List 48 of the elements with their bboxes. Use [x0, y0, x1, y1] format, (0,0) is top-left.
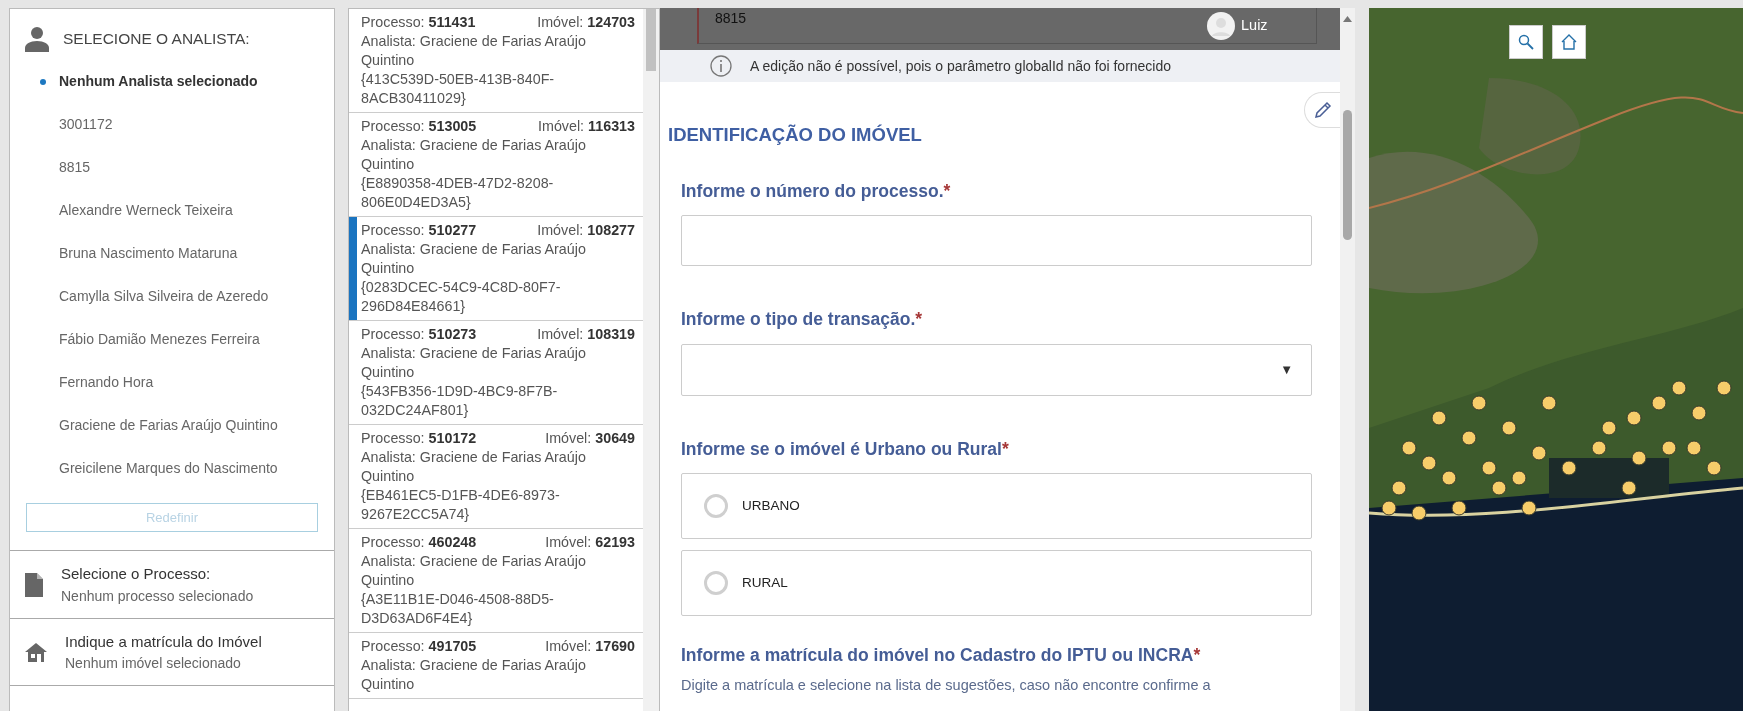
radio-button[interactable] — [704, 493, 728, 518]
analyst-option[interactable]: 3001172 — [10, 103, 334, 146]
scrollbar-thumb[interactable] — [1343, 110, 1352, 240]
house-icon — [25, 643, 47, 663]
analyst-option[interactable]: Fábio Damião Menezes Ferreira — [10, 318, 334, 361]
notice-text: A edição não é possível, pois o parâmetro globalId não foi fornecido — [750, 56, 1172, 76]
home-icon — [1561, 34, 1577, 50]
analyst-option[interactable]: Alexandre Werneck Teixeira — [10, 189, 334, 232]
question-label: Informe o número do processo.* — [681, 180, 952, 203]
section-title: IDENTIFICAÇÃO DO IMÓVEL — [668, 124, 922, 147]
scrollbar[interactable] — [1340, 8, 1355, 711]
search-icon — [1518, 34, 1534, 50]
panel-title: SELECIONE O ANALISTA: — [63, 29, 250, 50]
analyst-option[interactable]: Bruna Nascimento Mataruna — [10, 232, 334, 275]
question-label: Informe se o imóvel é Urbano ou Rural* — [681, 437, 1010, 461]
radio-option[interactable]: URBANO — [681, 472, 1312, 539]
info-icon — [710, 55, 732, 77]
analyst-option[interactable]: 8815 — [10, 146, 334, 189]
step-title: Selecione o Processo: — [61, 564, 212, 584]
radio-button[interactable] — [704, 570, 728, 595]
pencil-icon — [1313, 101, 1332, 119]
step-title: Indique a matrícula do Imóvel — [65, 631, 262, 652]
analyst-option[interactable]: Greicilene Marques do Nascimento — [10, 447, 334, 490]
process-item[interactable]: Processo: 510277 Imóvel: 108277 Analista: Graciene de Farias Araújo Quintino {0283DCEC-54C9-4C8D-80F7-296D84E84661} — [349, 217, 643, 321]
document-icon — [25, 573, 43, 598]
step-subtitle: Nenhum imóvel selecionado — [65, 654, 242, 673]
analyst-option[interactable]: Nenhum Analista selecionado — [10, 60, 334, 103]
select-field[interactable]: ▼ — [681, 343, 1312, 396]
person-icon — [25, 26, 49, 52]
selected-bullet — [40, 79, 46, 85]
step-subtitle: Nenhum processo selecionado — [61, 586, 254, 606]
edit-button[interactable] — [1304, 92, 1340, 128]
analyst-option[interactable]: Camylla Silva Silveira de Azeredo — [10, 275, 334, 318]
analyst-option[interactable]: Fernando Hora — [10, 361, 334, 404]
hint-text: Digite a matrícula e selecione na lista de sugestões, caso não encontre confirme a — [681, 676, 1212, 695]
user-name: Luiz — [1241, 16, 1268, 36]
radio-option[interactable]: RURAL — [681, 549, 1312, 616]
scrollbar[interactable] — [643, 9, 659, 711]
home-button[interactable] — [1552, 25, 1586, 59]
step-row[interactable]: Indique a matrícula do Imóvel Nenhum imóvel selecionado — [10, 617, 334, 685]
question-label: Informe o tipo de transação.* — [681, 308, 924, 332]
input-field[interactable] — [681, 215, 1312, 267]
scrollbar-thumb[interactable] — [646, 9, 656, 71]
search-button[interactable] — [1509, 25, 1543, 59]
step-row[interactable]: Selecione o Processo: Nenhum processo selecionado — [10, 550, 334, 618]
question-label: Informe a matrícula do imóvel no Cadastro do IPTU ou INCRA* — [681, 643, 1202, 667]
avatar-icon[interactable] — [1207, 12, 1235, 40]
analyst-option[interactable]: Graciene de Farias Araújo Quintino — [10, 404, 334, 447]
